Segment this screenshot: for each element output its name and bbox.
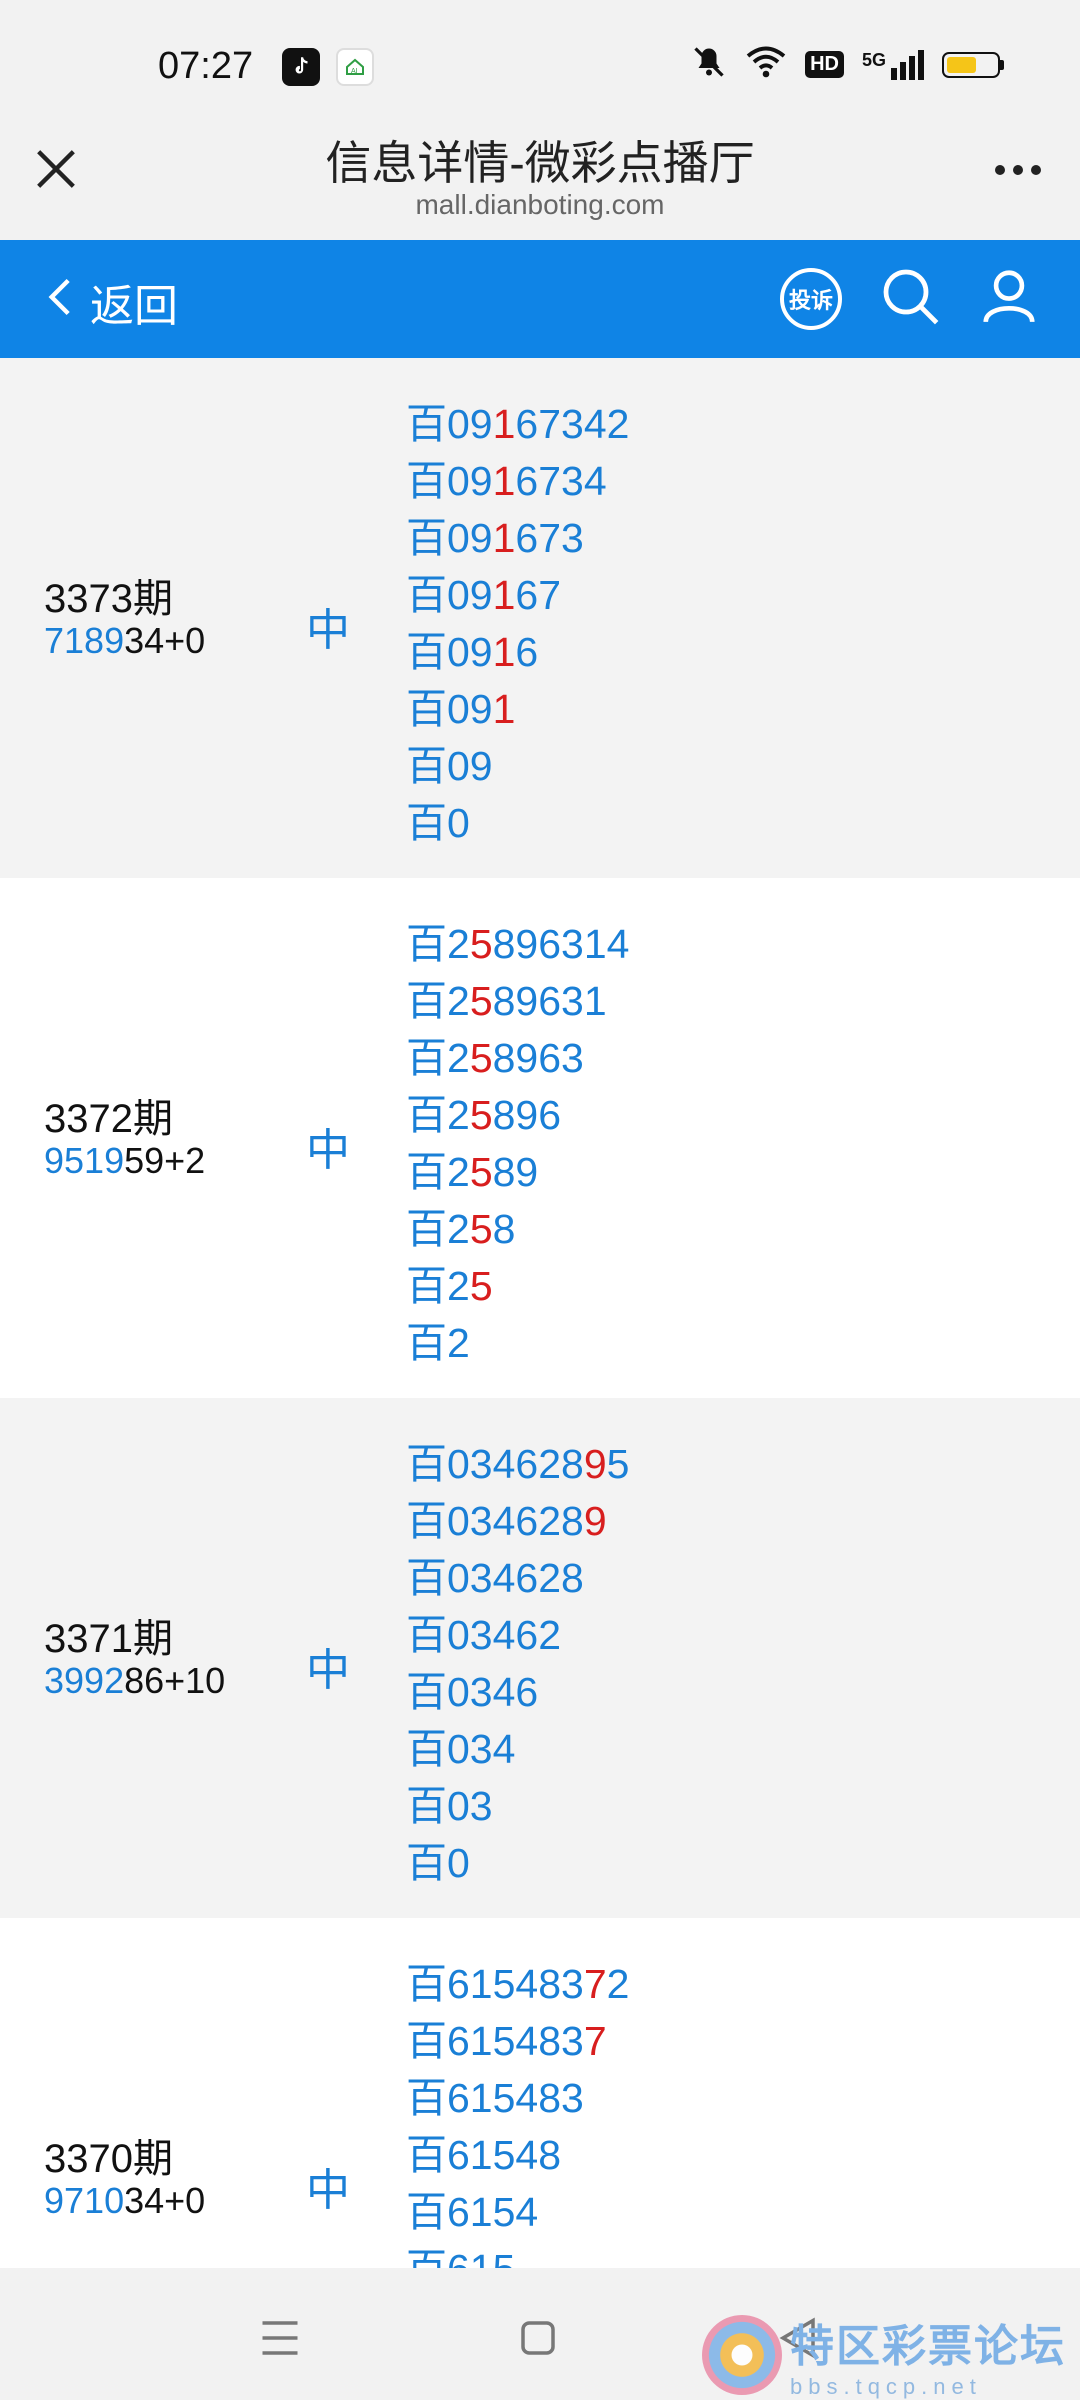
network-type: 5G	[861, 49, 886, 70]
battery-icon	[942, 51, 1004, 78]
prediction-line: 百0916	[406, 629, 539, 675]
wifi-icon	[745, 44, 787, 85]
draw-result-rest: 34+0	[124, 620, 206, 661]
prediction-line: 百0916734	[406, 458, 607, 504]
period-label: 3373期	[44, 577, 173, 621]
complain-button[interactable]: 投诉	[780, 267, 842, 330]
status-time: 07:27	[158, 45, 254, 87]
menu-icon[interactable]	[250, 2308, 310, 2368]
app-icon: AI	[336, 48, 374, 86]
draw-result-highlight: 9519	[44, 1140, 125, 1181]
prediction-line: 百0	[406, 800, 470, 846]
period-label: 3371期	[44, 1617, 173, 1661]
user-icon[interactable]	[978, 265, 1040, 332]
more-options-icon[interactable]	[986, 155, 1050, 185]
watermark-en: bbs.tqcp.net	[790, 2374, 982, 2399]
prediction-line: 百6154837	[406, 2018, 607, 2064]
page-url: mall.dianboting.com	[415, 189, 665, 220]
forum-watermark: 特区彩票论坛 bbs.tqcp.net	[702, 2310, 1066, 2400]
hit-badge: 中	[306, 606, 350, 655]
prediction-line: 百25896314	[406, 921, 630, 967]
hit-badge: 中	[306, 1126, 350, 1175]
mute-icon	[691, 44, 727, 85]
draw-result-highlight: 9710	[44, 2180, 125, 2221]
prediction-line: 百2589	[406, 1149, 539, 1195]
prediction-line: 百2	[406, 1320, 470, 1366]
title-bar: 信息详情-微彩点播厅 mall.dianboting.com	[0, 115, 1080, 240]
chevron-left-icon	[44, 275, 74, 330]
status-icons: HD 5G	[691, 44, 1004, 85]
record-row-3370: 3370期 971034+0 中 百61548372 百6154837 百615…	[0, 1918, 1080, 2268]
watermark-cn: 特区彩票论坛	[790, 2322, 1066, 2371]
prediction-line: 百09	[406, 743, 493, 789]
prediction-line: 百091	[406, 686, 516, 732]
prediction-line: 百09167	[406, 572, 562, 618]
watermark-text: 特区彩票论坛 bbs.tqcp.net	[790, 2310, 1066, 2400]
record-row-3373: 3373期 718934+0 中 百09167342 百0916734 百091…	[0, 358, 1080, 878]
draw-result-rest: 86+10	[124, 1660, 226, 1701]
prediction-line: 百61548372	[406, 1961, 630, 2007]
prediction-line: 百2589631	[406, 978, 607, 1024]
prediction-line: 百03	[406, 1783, 493, 1829]
prediction-line: 百615	[406, 2241, 629, 2268]
prediction-line: 百03462	[406, 1612, 562, 1658]
prediction-line: 百615483	[406, 2075, 584, 2121]
prediction-line: 百61548	[406, 2132, 562, 2178]
prediction-line: 百25896	[406, 1092, 562, 1138]
prediction-line: 百258963	[406, 1035, 584, 1081]
tiktok-icon	[282, 48, 320, 86]
period-label: 3372期	[44, 1097, 173, 1141]
prediction-line: 百09167342	[406, 401, 630, 447]
prediction-line: 百25	[406, 1263, 493, 1309]
home-icon[interactable]	[508, 2308, 568, 2368]
prediction-line: 百0346	[406, 1669, 539, 1715]
draw-result-highlight: 3992	[44, 1660, 125, 1701]
draw-result: 971034+0	[44, 2180, 205, 2222]
prediction-list: 百25896314 百2589631 百258963 百25896 百2589 …	[406, 916, 629, 1372]
5g-signal-icon: 5G	[861, 49, 924, 80]
prediction-list: 百09167342 百0916734 百091673 百09167 百0916 …	[406, 396, 629, 852]
draw-result: 718934+0	[44, 620, 205, 662]
hd-icon: HD	[805, 51, 844, 78]
prediction-line: 百0	[406, 1840, 470, 1886]
svg-text:AI: AI	[351, 68, 358, 75]
hit-badge: 中	[306, 1646, 350, 1695]
draw-result: 399286+10	[44, 1660, 225, 1702]
record-row-3372: 3372期 951959+2 中 百25896314 百2589631 百258…	[0, 878, 1080, 1398]
prediction-line: 百0346289	[406, 1498, 607, 1544]
prediction-line: 百03462895	[406, 1441, 630, 1487]
period-label: 3370期	[44, 2137, 173, 2181]
prediction-line: 百034628	[406, 1555, 584, 1601]
draw-result: 951959+2	[44, 1140, 205, 1182]
record-list: 3373期 718934+0 中 百09167342 百0916734 百091…	[0, 358, 1080, 2268]
prediction-line: 百258	[406, 1206, 516, 1252]
nav-actions: 投诉	[780, 264, 1040, 333]
page-title: 信息详情-微彩点播厅	[325, 137, 755, 189]
prediction-list: 百03462895 百0346289 百034628 百03462 百0346 …	[406, 1436, 629, 1892]
prediction-line: 百034	[406, 1726, 516, 1772]
draw-result-rest: 34+0	[124, 2180, 206, 2221]
record-row-3371: 3371期 399286+10 中 百03462895 百0346289 百03…	[0, 1398, 1080, 1918]
forum-logo-icon	[702, 2315, 782, 2395]
nav-bar: 返回 投诉	[0, 240, 1080, 358]
hit-badge: 中	[306, 2166, 350, 2215]
draw-result-highlight: 7189	[44, 620, 125, 661]
search-icon[interactable]	[878, 264, 942, 333]
back-label: 返回	[90, 282, 178, 331]
prediction-line: 百6154	[406, 2189, 539, 2235]
prediction-list: 百61548372 百6154837 百615483 百61548 百6154 …	[406, 1956, 629, 2268]
back-button[interactable]: 返回	[44, 270, 178, 334]
prediction-line: 百091673	[406, 515, 584, 561]
draw-result-rest: 59+2	[124, 1140, 206, 1181]
